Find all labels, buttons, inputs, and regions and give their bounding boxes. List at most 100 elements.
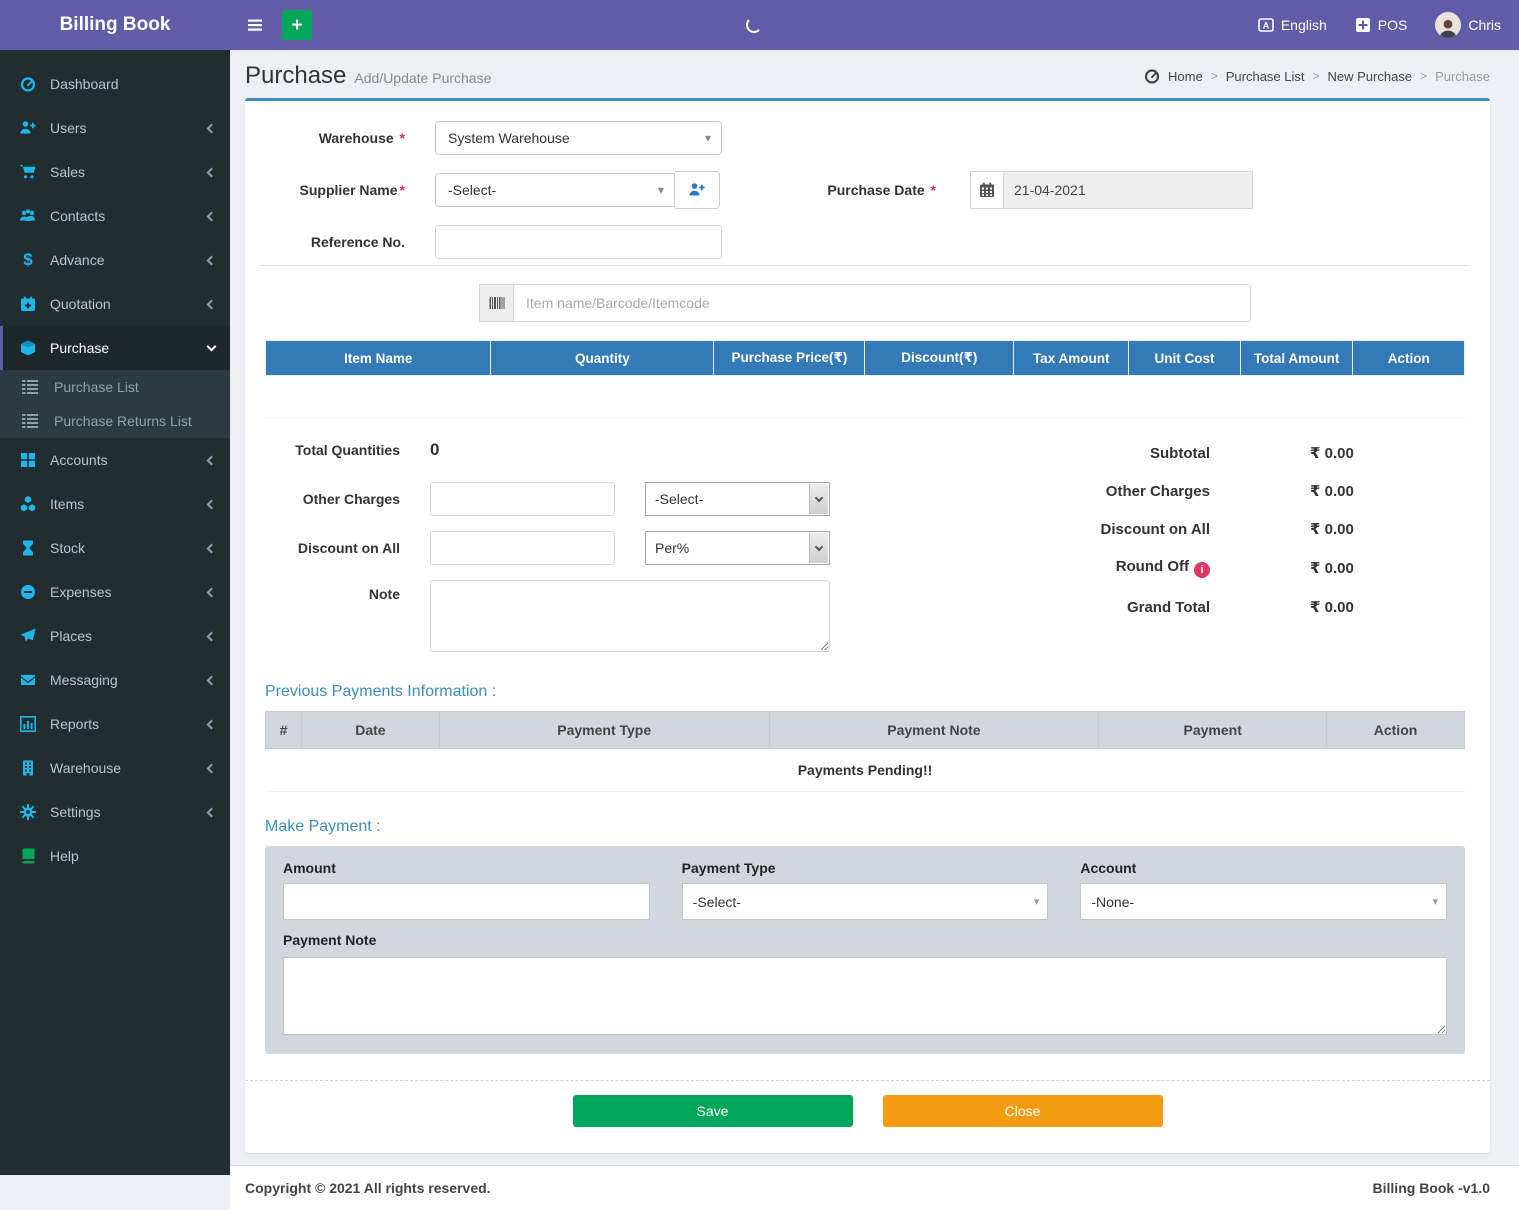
sidebar-item-quotation[interactable]: Quotation xyxy=(0,282,230,326)
sidebar-item-advance[interactable]: $ Advance xyxy=(0,238,230,282)
list-icon xyxy=(22,379,42,395)
make-payment-panel: Amount Payment Type -Select- Account -No… xyxy=(265,846,1465,1054)
home-icon xyxy=(1144,69,1160,84)
sidebar-item-help[interactable]: Help xyxy=(0,834,230,878)
pay-col-action: Action xyxy=(1326,711,1465,749)
purchase-date-input[interactable] xyxy=(1004,171,1253,209)
barcode-icon xyxy=(479,284,513,322)
discount-on-all-input[interactable] xyxy=(430,531,615,565)
sidebar-item-purchase[interactable]: Purchase xyxy=(0,326,230,370)
breadcrumb-purchase-list[interactable]: Purchase List xyxy=(1226,69,1305,84)
sidebar-item-sales[interactable]: Sales xyxy=(0,150,230,194)
close-button[interactable]: Close xyxy=(882,1095,1163,1127)
quick-add-button[interactable]: + xyxy=(282,10,312,40)
main-content: Purchase Add/Update Purchase Home > Purch… xyxy=(230,50,1519,1210)
app-version: Billing Book -v1.0 xyxy=(1372,1180,1490,1196)
note-label: Note xyxy=(368,586,400,602)
pay-col-type: Payment Type xyxy=(438,711,770,749)
items-col-discount: Discount(₹) xyxy=(864,340,1015,376)
pos-button[interactable]: POS xyxy=(1355,17,1407,33)
sidebar-item-dashboard[interactable]: Dashboard xyxy=(0,62,230,106)
discount-type-select[interactable]: Per% xyxy=(645,531,830,565)
reference-input[interactable] xyxy=(435,225,722,259)
previous-payments-table: # Date Payment Type Payment Note Payment… xyxy=(265,711,1465,792)
sidebar-item-reports[interactable]: Reports xyxy=(0,702,230,746)
add-supplier-button[interactable] xyxy=(675,171,720,209)
chevron-left-icon xyxy=(206,255,217,265)
hamburger-menu-icon[interactable] xyxy=(240,10,270,40)
items-col-item-name: Item Name xyxy=(264,340,492,376)
note-textarea[interactable] xyxy=(430,580,830,652)
items-col-total-amount: Total Amount xyxy=(1239,340,1354,376)
other-charges-total-label: Other Charges xyxy=(1105,482,1210,500)
save-button[interactable]: Save xyxy=(572,1095,853,1127)
supplier-select[interactable]: -Select- xyxy=(435,173,675,207)
sidebar-item-items[interactable]: Items xyxy=(0,482,230,526)
sidebar-item-warehouse[interactable]: Warehouse xyxy=(0,746,230,790)
sidebar-item-users[interactable]: Users xyxy=(0,106,230,150)
svg-text:A: A xyxy=(1263,21,1270,31)
minus-circle-icon xyxy=(18,584,38,600)
user-avatar xyxy=(1435,12,1462,38)
form-actions: Save Close xyxy=(245,1080,1490,1131)
subtotal-amount: ₹ 0.00 xyxy=(1310,445,1354,462)
top-bar: Billing Book + A English POS Chris xyxy=(0,0,1519,50)
chevron-left-icon xyxy=(206,211,217,221)
other-charges-select[interactable]: -Select- xyxy=(645,482,830,516)
account-select[interactable]: -None- xyxy=(1080,883,1448,920)
user-menu[interactable]: Chris xyxy=(1435,12,1501,38)
total-quantities-label: Total Quantities xyxy=(295,442,400,458)
dashboard-icon xyxy=(18,76,38,92)
chevron-left-icon xyxy=(206,167,217,177)
sidebar-subitem-purchase-returns-list[interactable]: Purchase Returns List xyxy=(0,404,230,438)
page-title: Purchase Add/Update Purchase xyxy=(245,62,492,89)
amount-label: Amount xyxy=(283,860,336,876)
pay-col-num: # xyxy=(265,711,302,749)
select-arrow-icon xyxy=(809,533,828,563)
items-col-purchase-price: Purchase Price(₹) xyxy=(713,340,866,376)
warehouse-select[interactable]: System Warehouse xyxy=(435,121,722,155)
chevron-left-icon xyxy=(206,675,217,685)
sidebar-item-stock[interactable]: Stock xyxy=(0,526,230,570)
amount-input[interactable] xyxy=(283,883,650,920)
previous-payments-heading: Previous Payments Information : xyxy=(265,683,497,700)
sidebar-item-settings[interactable]: Settings xyxy=(0,790,230,834)
chevron-left-icon xyxy=(206,499,217,509)
language-icon: A xyxy=(1258,18,1274,32)
sidebar-subitem-purchase-list[interactable]: Purchase List xyxy=(0,370,230,404)
discount-on-all-label: Discount on All xyxy=(297,540,400,556)
cubes-icon xyxy=(18,496,38,512)
user-plus-icon xyxy=(18,120,38,136)
building-icon xyxy=(18,760,38,776)
hourglass-icon xyxy=(18,540,38,556)
payments-pending-message: Payments Pending!! xyxy=(265,748,1465,792)
round-off-info-icon[interactable]: i xyxy=(1194,562,1210,578)
supplier-label: Supplier Name * xyxy=(299,182,405,198)
purchase-form-panel: Warehouse * System Warehouse Supplier Na… xyxy=(245,98,1490,1153)
calendar-plus-icon xyxy=(18,296,38,312)
sidebar-item-expenses[interactable]: Expenses xyxy=(0,570,230,614)
round-off-label: Round Off xyxy=(1115,558,1189,575)
language-selector[interactable]: A English xyxy=(1258,17,1327,33)
copyright-text: Copyright © 2021 All rights reserved. xyxy=(245,1180,491,1196)
pay-col-payment: Payment xyxy=(1098,711,1328,749)
items-col-unit-cost: Unit Cost xyxy=(1128,340,1241,376)
calendar-icon[interactable] xyxy=(970,171,1004,209)
breadcrumb-new-purchase[interactable]: New Purchase xyxy=(1328,69,1413,84)
payment-note-textarea[interactable] xyxy=(283,957,1447,1035)
chevron-left-icon xyxy=(206,455,217,465)
paper-plane-icon xyxy=(18,628,38,644)
item-search-input[interactable] xyxy=(513,284,1251,322)
sidebar-item-contacts[interactable]: Contacts xyxy=(0,194,230,238)
sidebar-item-messaging[interactable]: Messaging xyxy=(0,658,230,702)
payment-type-select[interactable]: -Select- xyxy=(681,883,1049,920)
gears-icon xyxy=(18,804,38,820)
sidebar-item-places[interactable]: Places xyxy=(0,614,230,658)
sidebar-item-accounts[interactable]: Accounts xyxy=(0,438,230,482)
chevron-left-icon xyxy=(206,123,217,133)
breadcrumb-home[interactable]: Home xyxy=(1168,69,1203,84)
items-col-tax-amount: Tax Amount xyxy=(1013,340,1130,376)
chevron-left-icon xyxy=(206,587,217,597)
other-charges-input[interactable] xyxy=(430,482,615,516)
payment-type-label: Payment Type xyxy=(681,860,776,876)
